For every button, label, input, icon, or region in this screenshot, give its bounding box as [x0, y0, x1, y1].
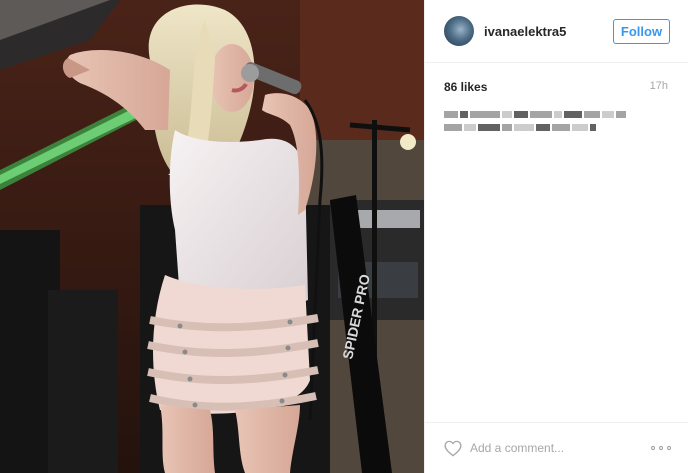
comment-input[interactable] — [470, 438, 640, 458]
caption-line — [444, 111, 654, 118]
post-header: ivanaelektra5 Follow — [425, 0, 688, 63]
post-footer — [425, 422, 688, 473]
post-photo[interactable]: SPIDER PRO — [0, 0, 424, 473]
post-sidebar: ivanaelektra5 Follow 86 likes 17h — [424, 0, 688, 473]
username-link[interactable]: ivanaelektra5 — [484, 24, 566, 39]
caption-line — [444, 124, 654, 131]
post-time: 17h — [649, 80, 668, 92]
dot — [659, 446, 663, 450]
follow-button[interactable]: Follow — [613, 19, 670, 44]
caption-redacted — [444, 111, 654, 137]
dot — [667, 446, 671, 450]
heart-icon[interactable] — [444, 440, 462, 457]
likes-count[interactable]: 86 likes — [444, 80, 487, 94]
avatar[interactable] — [444, 16, 474, 46]
dot — [651, 446, 655, 450]
photo-illustration: SPIDER PRO — [0, 0, 424, 473]
more-options-icon[interactable] — [651, 441, 671, 455]
